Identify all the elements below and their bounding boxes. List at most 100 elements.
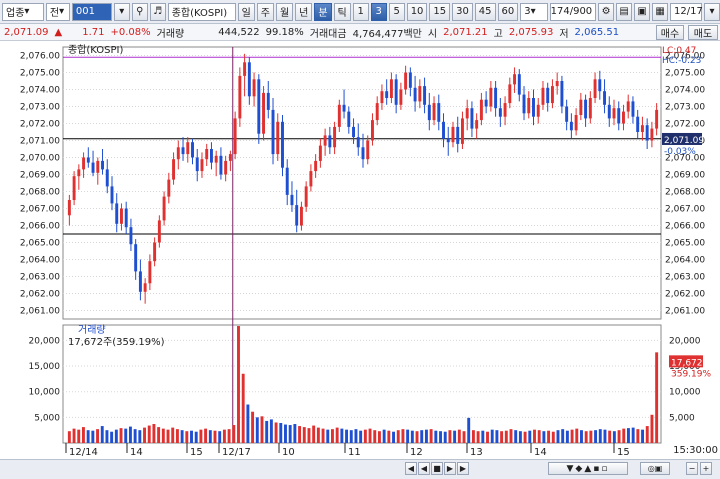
volume-bar <box>312 425 316 443</box>
volume-bar <box>77 429 81 443</box>
candle-body <box>584 99 588 119</box>
candle-body <box>456 126 460 144</box>
mode-select[interactable]: 전 ▾ <box>45 2 70 21</box>
settings-icon[interactable]: ⚙ <box>598 2 615 21</box>
x-tick-label: 15 <box>617 447 630 458</box>
period-tab-tick[interactable]: 틱 <box>333 2 351 21</box>
stock-chart[interactable]: 2,076.00 2,076.002,075.00 2,075.002,074.00… <box>0 41 720 459</box>
period-tab-day[interactable]: 일 <box>237 2 255 21</box>
candle-body <box>214 155 218 163</box>
date-picker-icon[interactable]: ▾ <box>704 2 720 21</box>
candle-body <box>91 162 95 173</box>
calendar-icon[interactable]: ▦ <box>652 2 669 21</box>
current-volume-label: 17,672 <box>671 358 703 368</box>
interval-60[interactable]: 60 <box>497 2 519 21</box>
candle-body <box>157 220 161 243</box>
volume-bar <box>608 430 612 443</box>
candle-body <box>408 72 412 88</box>
market-select[interactable]: 업종 ▾ <box>2 2 44 21</box>
chart-type-icon[interactable]: ▤ <box>616 2 633 21</box>
price-tick-left: 2,065.00 <box>20 239 60 249</box>
scroll-last-icon[interactable]: ▶ <box>457 462 469 475</box>
chart-background <box>0 41 720 459</box>
volume-bar <box>443 431 447 443</box>
search-icon[interactable]: ⚲ <box>131 2 148 21</box>
interval-1[interactable]: 1 <box>352 2 369 21</box>
buy-button[interactable]: 매수 <box>656 25 684 40</box>
price-tick-left: 2,063.00 <box>20 273 60 283</box>
x-tick-label: 13 <box>470 447 483 458</box>
scroll-first-icon[interactable]: ◀ <box>405 462 417 475</box>
price-change: 1.71 <box>82 26 105 38</box>
zoom-out-icon[interactable]: − <box>686 462 698 475</box>
stop-icon[interactable]: ■ <box>431 462 443 475</box>
volume-bar <box>396 430 400 443</box>
candle-body <box>162 196 166 221</box>
volume-bar <box>523 431 527 443</box>
candle-body <box>304 186 308 207</box>
volume-bar <box>439 431 442 443</box>
price-tick-right: 2,063.00 <box>665 273 705 283</box>
price-tick-left: 2,069.00 <box>20 171 60 181</box>
volume-bar <box>133 429 137 443</box>
interval-input[interactable]: 3 ▾ <box>520 2 549 21</box>
interval-10[interactable]: 10 <box>406 2 428 21</box>
candle-body <box>257 79 261 134</box>
period-tab-week[interactable]: 주 <box>256 2 274 21</box>
interval-30[interactable]: 30 <box>452 2 473 21</box>
date-input[interactable]: 12/17 <box>670 2 703 21</box>
price-tick-right: 2,065.00 <box>665 239 705 249</box>
current-price-pct: -0.03% <box>664 147 696 157</box>
volume-bar <box>490 429 494 443</box>
candle-body <box>640 125 644 132</box>
candle-body <box>323 135 327 146</box>
zoom-in-icon[interactable]: + <box>700 462 712 475</box>
period-tab-minute[interactable]: 분 <box>314 2 332 21</box>
scroll-prev-icon[interactable]: ◀ <box>418 462 430 475</box>
volume-bar <box>246 404 250 443</box>
interval-3[interactable]: 3 <box>370 2 387 21</box>
volume-bar <box>514 430 518 443</box>
volume-bar <box>453 430 457 443</box>
volume-bar <box>500 431 504 443</box>
candle-body <box>119 208 123 224</box>
candle-body <box>546 87 550 104</box>
period-tab-month[interactable]: 월 <box>275 2 294 21</box>
scroll-next-icon[interactable]: ▶ <box>444 462 456 475</box>
candle-body <box>333 126 337 148</box>
sell-button[interactable]: 매도 <box>688 25 718 40</box>
volume-bar <box>147 425 151 443</box>
speaker-icon[interactable]: ♬ <box>149 2 166 21</box>
volume-bar <box>420 430 424 443</box>
volume-bar <box>429 429 433 443</box>
high-value: 2,075.93 <box>508 26 554 38</box>
code-dropdown-icon[interactable]: ▾ <box>113 2 130 21</box>
volume-bar <box>208 430 212 443</box>
candle-body <box>479 99 483 121</box>
volume-bar <box>627 428 630 443</box>
volume-bar <box>509 429 513 443</box>
price-tick-left: 2,067.00 <box>20 205 60 215</box>
candle-body <box>451 126 455 143</box>
drawing-tools[interactable]: ▼◆▲▪▫ <box>548 462 628 475</box>
interval-5[interactable]: 5 <box>388 2 405 21</box>
candle-body <box>513 74 517 85</box>
open-value: 2,071.21 <box>443 26 488 38</box>
candle-body <box>295 205 299 226</box>
volume-label: 거래량 <box>156 28 185 40</box>
interval-15[interactable]: 15 <box>429 2 451 21</box>
save-icon[interactable]: ▣ <box>634 2 651 21</box>
candle-body <box>176 147 180 160</box>
candle-body <box>532 98 535 117</box>
code-input[interactable]: 001 <box>71 2 112 21</box>
volume-bar <box>237 326 240 443</box>
candle-body <box>489 87 493 107</box>
candle-body <box>503 103 507 117</box>
period-tab-year[interactable]: 년 <box>295 2 313 21</box>
price-tick-right: 2,066.00 <box>665 222 705 232</box>
zoom-controls[interactable]: ◎▣ <box>640 462 670 475</box>
candle-body <box>413 87 417 102</box>
volume-bar <box>551 431 555 443</box>
volume-bar <box>166 429 170 443</box>
interval-45[interactable]: 45 <box>474 2 496 21</box>
